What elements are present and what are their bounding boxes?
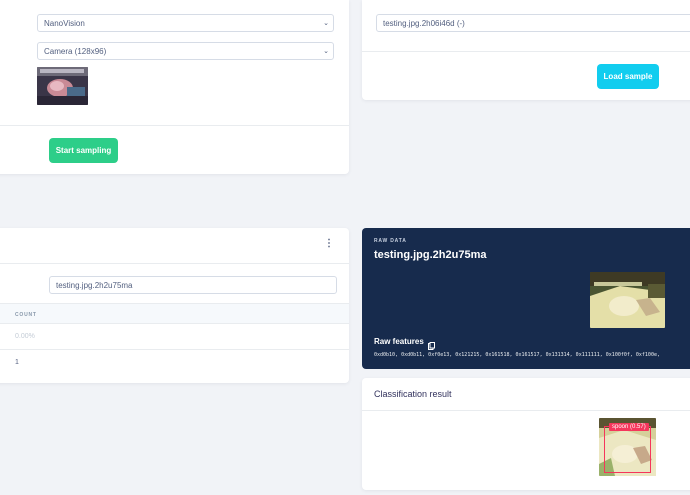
classification-image: spoon (0.57) bbox=[599, 418, 656, 476]
copy-icon[interactable] bbox=[428, 337, 435, 350]
results-card: ⋮ testing.jpg.2h2u75ma COUNT 0.00% 1 bbox=[0, 228, 349, 383]
detection-bounding-box bbox=[604, 426, 651, 473]
raw-data-card: RAW DATA testing.jpg.2h2u75ma Raw featur… bbox=[362, 228, 690, 369]
raw-features-values: 0xd0b10, 0xd0b11, 0xf0e13, 0x121215, 0x1… bbox=[374, 352, 660, 358]
sample-name-value: testing.jpg.2h2u75ma bbox=[56, 281, 133, 290]
raw-data-overline: RAW DATA bbox=[374, 238, 407, 244]
row-value: 1 bbox=[15, 359, 19, 366]
load-divider bbox=[362, 51, 690, 52]
sample-name-input[interactable]: testing.jpg.2h2u75ma bbox=[49, 276, 337, 294]
sampling-divider bbox=[0, 125, 349, 126]
chevron-down-icon: ⌄ bbox=[323, 48, 329, 55]
chevron-down-icon: ⌄ bbox=[323, 20, 329, 27]
table-row: 0.00% bbox=[0, 324, 349, 350]
load-sample-button[interactable]: Load sample bbox=[597, 64, 659, 89]
detection-label-text: spoon (0.57) bbox=[612, 424, 646, 430]
count-column-header: COUNT bbox=[15, 312, 37, 318]
sampling-card: NanoVision ⌄ Camera (128x96) ⌄ Start sam… bbox=[0, 0, 349, 174]
raw-data-title: testing.jpg.2h2u75ma bbox=[374, 249, 487, 261]
detection-label: spoon (0.57) bbox=[609, 423, 649, 431]
classification-card: Classification result spoon (0.57) bbox=[362, 378, 690, 490]
camera-preview-image bbox=[37, 67, 88, 105]
raw-sample-image bbox=[590, 272, 665, 328]
sample-select-value: testing.jpg.2h06i46d (-) bbox=[383, 19, 465, 28]
device-select[interactable]: NanoVision ⌄ bbox=[37, 14, 334, 32]
results-divider-top bbox=[0, 263, 349, 264]
table-header-row: COUNT bbox=[0, 303, 349, 324]
row-value: 0.00% bbox=[15, 333, 35, 340]
raw-features-label: Raw features bbox=[374, 337, 424, 346]
classification-divider bbox=[362, 410, 690, 411]
table-row: 1 bbox=[0, 350, 349, 376]
more-options-icon[interactable]: ⋮ bbox=[324, 238, 334, 249]
load-sample-card: testing.jpg.2h06i46d (-) Load sample bbox=[362, 0, 690, 100]
sample-select[interactable]: testing.jpg.2h06i46d (-) bbox=[376, 14, 690, 32]
sensor-select[interactable]: Camera (128x96) ⌄ bbox=[37, 42, 334, 60]
device-select-value: NanoVision bbox=[44, 19, 85, 28]
classification-title: Classification result bbox=[374, 389, 452, 399]
start-sampling-button[interactable]: Start sampling bbox=[49, 138, 118, 163]
sensor-select-value: Camera (128x96) bbox=[44, 47, 107, 56]
